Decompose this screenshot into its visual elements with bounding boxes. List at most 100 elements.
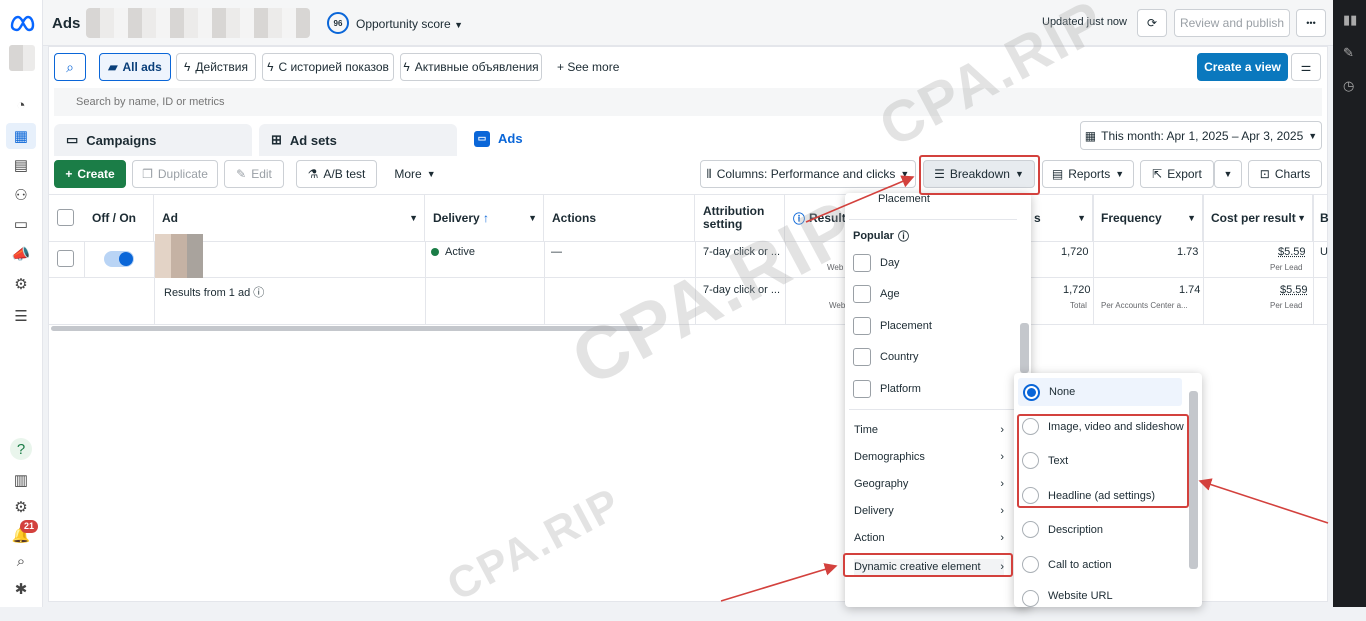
filter-with-impressions[interactable]: ϟ С историей показов	[262, 53, 394, 81]
chevron-down-icon: ▼	[454, 20, 463, 30]
charts-button[interactable]: ⊡ Charts	[1248, 160, 1322, 188]
breakdown-item-age[interactable]: Age	[853, 285, 900, 303]
header-delivery[interactable]: Delivery ↑ ▼	[425, 195, 544, 241]
more-label: More	[394, 167, 422, 181]
settings-icon[interactable]: ⚙	[10, 496, 32, 518]
meta-logo[interactable]	[9, 12, 35, 32]
header-frequency[interactable]: Frequency ▼	[1093, 195, 1203, 241]
lightning-icon: ϟ	[184, 60, 191, 74]
header-off-on[interactable]: Off / On	[84, 195, 154, 241]
more-options-button[interactable]: •••	[1296, 9, 1326, 37]
right-side-rail: ▮▮ ✎ ◷	[1333, 0, 1366, 607]
dce-option-description[interactable]: Description	[1022, 521, 1103, 538]
top-bar: Ads 96 Opportunity score ▼ Updated just …	[43, 0, 1333, 46]
checkbox[interactable]	[853, 285, 871, 303]
radio[interactable]	[1022, 590, 1039, 607]
dashboard-icon[interactable]: ◔	[10, 94, 32, 116]
reports-button[interactable]: ▤ Reports ▼	[1042, 160, 1134, 188]
reach-value: 1,720	[1061, 246, 1089, 258]
toggle-knob	[119, 252, 133, 266]
export-icon: ⇱	[1152, 167, 1163, 181]
row-checkbox[interactable]	[57, 250, 74, 267]
checkbox[interactable]	[853, 348, 871, 366]
audiences-icon[interactable]: ⚇	[10, 184, 32, 206]
see-more-link[interactable]: + See more	[557, 60, 619, 74]
menu-scrollbar[interactable]	[1020, 323, 1029, 373]
dce-option-none[interactable]: None	[1018, 378, 1182, 406]
duplicate-button[interactable]: ❐ Duplicate	[132, 160, 218, 188]
radio[interactable]	[1022, 556, 1039, 573]
select-all-checkbox[interactable]	[57, 209, 74, 226]
reports-icon[interactable]: ▥	[10, 469, 32, 491]
edit-button[interactable]: ✎ Edit	[224, 160, 284, 188]
radio[interactable]	[1022, 521, 1039, 538]
dce-option-website-url[interactable]: Website URL	[1022, 590, 1113, 607]
checkbox[interactable]	[853, 380, 871, 398]
campaign-megaphone-icon[interactable]: 📣	[10, 243, 32, 265]
ab-test-button[interactable]: ⚗ A/B test	[296, 160, 377, 188]
chart-icon: ⊡	[1259, 167, 1270, 181]
tab-campaigns[interactable]: ▭ Campaigns	[54, 124, 252, 156]
header-b[interactable]: B	[1313, 195, 1329, 241]
refresh-button[interactable]: ⟳	[1137, 9, 1167, 37]
submenu-delivery[interactable]: Delivery ›	[854, 505, 1004, 517]
breakdown-item-placement[interactable]: Placement	[853, 317, 932, 335]
submenu-scrollbar[interactable]	[1189, 391, 1198, 569]
ad-thumbnail[interactable]	[155, 234, 203, 278]
submenu-geography[interactable]: Geography ›	[854, 478, 1004, 490]
create-view-button[interactable]: Create a view	[1197, 53, 1288, 81]
edit-pencil-icon[interactable]: ✎	[1343, 45, 1354, 61]
header-reach[interactable]: s ▼	[1031, 195, 1093, 241]
submenu-action[interactable]: Action ›	[854, 532, 1004, 544]
menu-icon[interactable]: ☰	[10, 305, 32, 327]
pages-icon[interactable]: ▤	[10, 154, 32, 176]
opportunity-score-label[interactable]: Opportunity score ▼	[356, 17, 463, 31]
search-icon[interactable]: ⌕	[10, 550, 32, 572]
checkbox[interactable]	[853, 317, 871, 335]
opportunity-score-badge[interactable]: 96	[327, 12, 349, 34]
customize-filters-button[interactable]: ⚌	[1291, 53, 1321, 81]
export-button[interactable]: ⇱ Export	[1140, 160, 1214, 188]
header-cost-per-result[interactable]: Cost per result ▼	[1203, 195, 1313, 241]
caret-down-icon: ▼	[528, 213, 537, 223]
folder-icon: ▰	[108, 60, 118, 74]
on-off-toggle[interactable]	[104, 251, 134, 267]
checkbox[interactable]	[853, 254, 871, 272]
summary-label-text: Results from 1 ad	[164, 287, 251, 299]
account-avatar[interactable]	[9, 45, 35, 71]
ads-manager-icon[interactable]: ▦	[6, 123, 36, 149]
filter-actions[interactable]: ϟ Действия	[176, 53, 256, 81]
submenu-demographics[interactable]: Demographics ›	[854, 451, 1004, 463]
help-icon[interactable]: ?	[10, 438, 32, 460]
all-ads-filter[interactable]: ▰ All ads	[99, 53, 171, 81]
create-button[interactable]: + Create	[54, 160, 126, 188]
tab-ads[interactable]: ▭ Ads	[462, 121, 662, 156]
radio-selected[interactable]	[1023, 383, 1040, 401]
charts-label: Charts	[1274, 167, 1311, 181]
billing-icon[interactable]: ▭	[10, 213, 32, 235]
filter-active-ads[interactable]: ϟ Активные объявления	[400, 53, 542, 81]
breakdown-item-country[interactable]: Country	[853, 348, 919, 366]
bug-report-icon[interactable]: ✱	[10, 578, 32, 600]
breakdown-item-day[interactable]: Day	[853, 254, 900, 272]
header-actions[interactable]: Actions	[544, 195, 695, 241]
chevron-right-icon: ›	[1000, 532, 1004, 544]
chart-icon[interactable]: ▮▮	[1343, 12, 1357, 28]
review-publish-button[interactable]: Review and publish	[1174, 9, 1290, 37]
columns-button[interactable]: ⫴ Columns: Performance and clicks ▼	[700, 160, 916, 188]
dce-option-cta[interactable]: Call to action	[1022, 556, 1112, 573]
breakdown-item-platform[interactable]: Platform	[853, 380, 921, 398]
history-icon[interactable]: ◷	[1343, 78, 1354, 94]
tab-ad-sets[interactable]: ⊞ Ad sets	[259, 124, 457, 156]
export-dropdown-button[interactable]: ▼	[1214, 160, 1242, 188]
events-icon[interactable]: ⚙	[10, 273, 32, 295]
date-range-picker[interactable]: ▦ This month: Apr 1, 2025 – Apr 3, 2025 ▼	[1080, 121, 1322, 150]
more-button[interactable]: More ▼	[385, 160, 445, 188]
search-input[interactable]	[54, 88, 1322, 116]
flask-icon: ⚗	[307, 167, 319, 181]
ad-account-selector[interactable]	[86, 8, 310, 38]
header-cpr-label: Cost per result	[1211, 211, 1296, 225]
submenu-time[interactable]: Time ›	[854, 424, 1004, 436]
search-button[interactable]: ⌕	[54, 53, 86, 81]
horizontal-scrollbar[interactable]	[51, 326, 643, 331]
